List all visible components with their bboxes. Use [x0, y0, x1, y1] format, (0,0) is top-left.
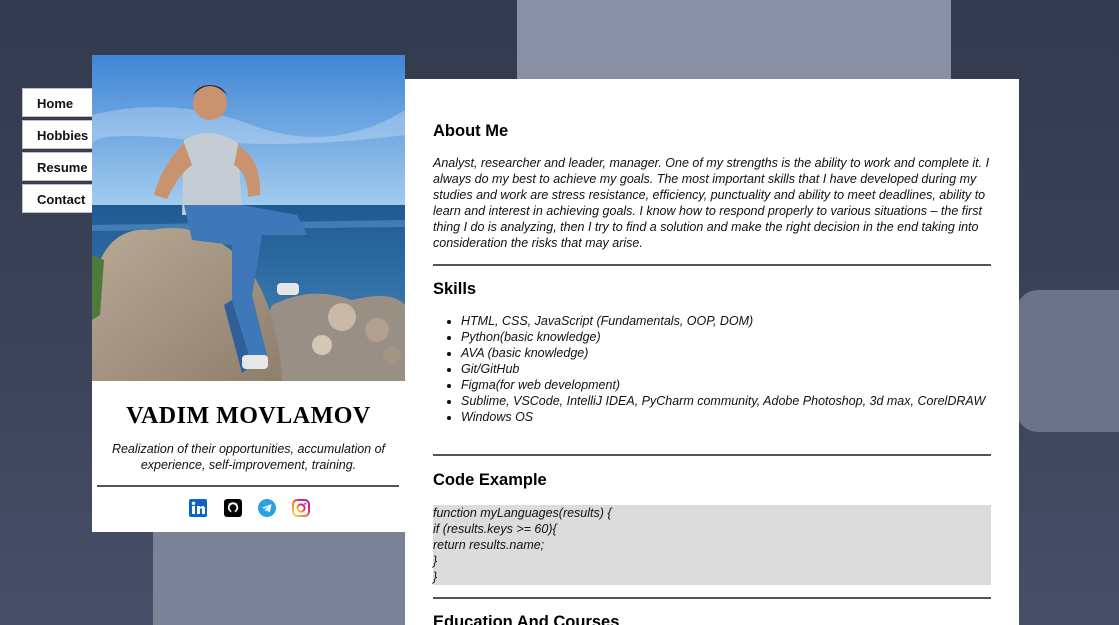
side-nav: Home Hobbies Resume Contact: [22, 88, 94, 216]
nav-resume[interactable]: Resume: [22, 152, 94, 181]
linkedin-icon[interactable]: [189, 499, 207, 517]
profile-photo: [92, 55, 405, 381]
skill-item: Git/GitHub: [461, 361, 1001, 377]
nav-hobbies[interactable]: Hobbies: [22, 120, 94, 149]
github-icon[interactable]: [224, 499, 242, 517]
nav-home[interactable]: Home: [22, 88, 94, 117]
divider: [433, 597, 991, 599]
telegram-icon[interactable]: [258, 499, 276, 517]
nav-contact[interactable]: Contact: [22, 184, 94, 213]
profile-name: VADIM MOVLAMOV: [126, 403, 371, 429]
skill-item: Figma(for web development): [461, 377, 1001, 393]
skill-item: Windows OS: [461, 409, 1001, 425]
skill-item: HTML, CSS, JavaScript (Fundamentals, OOP…: [461, 313, 1001, 329]
code-block: function myLanguages(results) { if (resu…: [433, 505, 991, 585]
skill-item: AVA (basic knowledge): [461, 345, 1001, 361]
divider: [433, 264, 991, 266]
resume-content: About Me Analyst, researcher and leader,…: [405, 79, 1019, 625]
profile-tagline: Realization of their opportunities, accu…: [111, 442, 386, 472]
skills-title: Skills: [433, 280, 477, 298]
background-block: [1016, 290, 1119, 432]
background-block: [153, 530, 413, 625]
about-text: Analyst, researcher and leader, manager.…: [433, 156, 990, 250]
social-links: [189, 499, 319, 521]
divider: [97, 485, 399, 487]
skill-item: Python(basic knowledge): [461, 329, 1001, 345]
divider: [433, 454, 991, 456]
skill-item: Sublime, VSCode, IntelliJ IDEA, PyCharm …: [461, 393, 1001, 409]
skills-list: HTML, CSS, JavaScript (Fundamentals, OOP…: [433, 313, 1001, 425]
code-example-title: Code Example: [433, 471, 547, 489]
about-title: About Me: [433, 122, 509, 140]
instagram-icon[interactable]: [292, 499, 310, 517]
education-title: Education And Courses: [433, 613, 620, 625]
profile-card: VADIM MOVLAMOV Realization of their oppo…: [92, 55, 405, 532]
